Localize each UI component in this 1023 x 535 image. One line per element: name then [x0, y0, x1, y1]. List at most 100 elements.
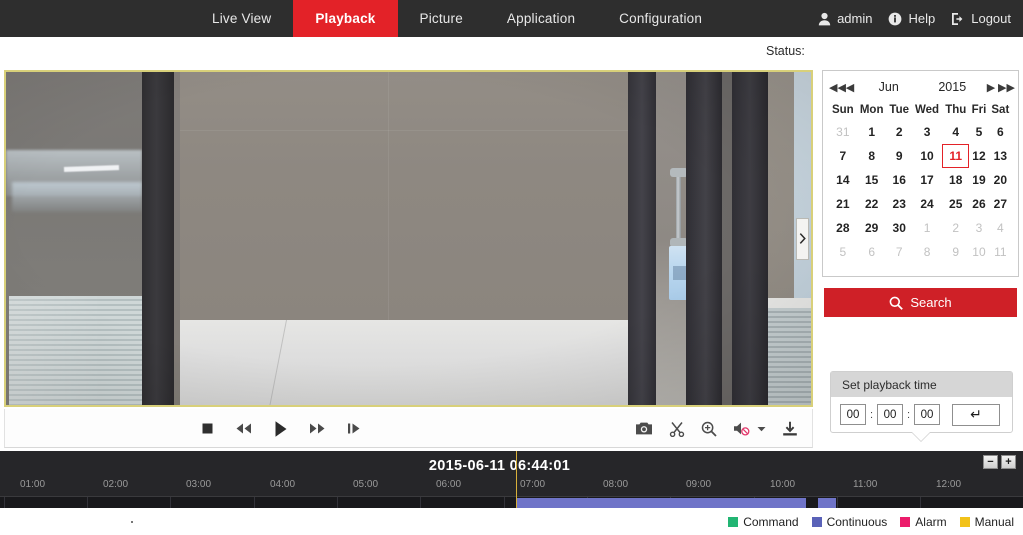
calendar-day[interactable]: 17 [912, 168, 942, 192]
calendar-prev-month-button[interactable]: ◀ [843, 81, 857, 94]
calendar-day[interactable]: 22 [857, 192, 887, 216]
calendar-day[interactable]: 29 [857, 216, 887, 240]
audio-dropdown-button[interactable] [757, 426, 766, 432]
playback-timeline[interactable]: − + 2015-06-11 06:44:01 01:00 02:00 03:00 0… [0, 451, 1023, 508]
scene-door-panel-a [628, 72, 656, 405]
play-button[interactable] [273, 420, 288, 438]
legend-item-alarm: Alarm [900, 515, 947, 529]
timeline-segment-continuous[interactable] [516, 498, 806, 508]
calendar-next-year-button[interactable]: ▶▶ [998, 81, 1015, 94]
calendar-day[interactable]: 8 [912, 240, 942, 264]
calendar-day-selected[interactable]: 11 [942, 144, 969, 168]
date-picker-calendar[interactable]: ◀◀ ◀ Jun 2015 ▶ ▶▶ Sun Mon Tue Wed Thu F… [822, 70, 1019, 277]
calendar-day[interactable]: 9 [887, 144, 912, 168]
calendar-day[interactable]: 6 [857, 240, 887, 264]
digital-zoom-button[interactable] [701, 421, 717, 437]
calendar-day[interactable]: 20 [989, 168, 1012, 192]
calendar-day[interactable]: 8 [857, 144, 887, 168]
calendar-day[interactable]: 24 [912, 192, 942, 216]
timeline-tick-label: 06:00 [436, 479, 462, 490]
rewind-button[interactable] [235, 422, 252, 435]
calendar-day[interactable]: 10 [912, 144, 942, 168]
chevron-down-icon [757, 426, 766, 431]
playback-minute-input[interactable] [877, 404, 903, 425]
calendar-day[interactable]: 6 [989, 120, 1012, 144]
timeline-gridline [254, 497, 255, 508]
calendar-day[interactable]: 12 [969, 144, 989, 168]
playback-second-input[interactable] [914, 404, 940, 425]
tab-application[interactable]: Application [485, 0, 597, 37]
calendar-day[interactable]: 16 [887, 168, 912, 192]
frame-step-button[interactable] [347, 422, 363, 435]
timeline-tick-label: 05:00 [353, 479, 379, 490]
logout-item[interactable]: Logout [951, 11, 1011, 26]
user-account-item[interactable]: admin [818, 11, 872, 26]
calendar-day[interactable]: 2 [887, 120, 912, 144]
logout-label: Logout [971, 11, 1011, 26]
help-item[interactable]: Help [888, 11, 935, 26]
calendar-day[interactable]: 27 [989, 192, 1012, 216]
tab-live-view[interactable]: Live View [190, 0, 293, 37]
calendar-day[interactable]: 25 [942, 192, 969, 216]
timeline-recording-track[interactable] [0, 496, 1023, 508]
playback-time-go-button[interactable]: ↵ [952, 403, 1000, 426]
calendar-day[interactable]: 26 [969, 192, 989, 216]
panel-expand-handle[interactable] [796, 217, 809, 260]
timeline-gridline [170, 497, 171, 508]
fast-forward-button[interactable] [309, 422, 326, 435]
set-playback-time-body: : : ↵ [831, 397, 1012, 432]
calendar-day[interactable]: 1 [857, 120, 887, 144]
search-button[interactable]: Search [824, 288, 1017, 317]
calendar-day[interactable]: 7 [829, 144, 857, 168]
timeline-tick-label: 11:00 [853, 479, 878, 490]
stop-button[interactable] [201, 422, 214, 435]
calendar-day[interactable]: 3 [912, 120, 942, 144]
tab-configuration[interactable]: Configuration [597, 0, 724, 37]
tab-picture-label: Picture [419, 11, 463, 26]
audio-mute-button[interactable] [733, 421, 750, 436]
calendar-day[interactable]: 11 [989, 240, 1012, 264]
calendar-next-month-button[interactable]: ▶ [984, 81, 998, 94]
calendar-day[interactable]: 19 [969, 168, 989, 192]
capture-button[interactable] [635, 421, 653, 436]
tab-playback[interactable]: Playback [293, 0, 398, 37]
scene-main-wall [180, 72, 628, 320]
calendar-year-label[interactable]: 2015 [921, 80, 985, 94]
playback-hour-input[interactable] [840, 404, 866, 425]
calendar-day[interactable]: 7 [887, 240, 912, 264]
calendar-weekday-row: Sun Mon Tue Wed Thu Fri Sat [829, 99, 1012, 120]
timeline-tick-label: 01:00 [20, 479, 46, 490]
calendar-day[interactable]: 21 [829, 192, 857, 216]
calendar-day[interactable]: 10 [969, 240, 989, 264]
video-playback-panel[interactable] [4, 70, 813, 407]
scene-door-panel-b [686, 72, 722, 405]
calendar-day[interactable]: 31 [829, 120, 857, 144]
download-button[interactable] [782, 421, 798, 437]
calendar-day[interactable]: 28 [829, 216, 857, 240]
calendar-month-label[interactable]: Jun [857, 80, 921, 94]
tab-picture[interactable]: Picture [398, 0, 485, 37]
calendar-day[interactable]: 13 [989, 144, 1012, 168]
calendar-day[interactable]: 1 [912, 216, 942, 240]
tab-configuration-label: Configuration [619, 11, 703, 26]
calendar-day[interactable]: 23 [887, 192, 912, 216]
calendar-day[interactable]: 4 [942, 120, 969, 144]
timeline-tick-label: 08:00 [603, 479, 629, 490]
calendar-day[interactable]: 2 [942, 216, 969, 240]
calendar-day[interactable]: 30 [887, 216, 912, 240]
timeline-playhead[interactable] [516, 451, 517, 508]
clip-button[interactable] [669, 421, 685, 437]
calendar-day[interactable]: 15 [857, 168, 887, 192]
calendar-prev-year-button[interactable]: ◀◀ [829, 81, 846, 94]
calendar-day[interactable]: 9 [942, 240, 969, 264]
legend-item-continuous: Continuous [811, 515, 887, 529]
calendar-day[interactable]: 4 [989, 216, 1012, 240]
timeline-segment-continuous[interactable] [818, 498, 836, 508]
calendar-day[interactable]: 18 [942, 168, 969, 192]
calendar-day[interactable]: 3 [969, 216, 989, 240]
calendar-day[interactable]: 5 [829, 240, 857, 264]
calendar-day[interactable]: 5 [969, 120, 989, 144]
scene-right-blinds [768, 308, 811, 405]
timeline-tick-label: 04:00 [270, 479, 296, 490]
calendar-day[interactable]: 14 [829, 168, 857, 192]
